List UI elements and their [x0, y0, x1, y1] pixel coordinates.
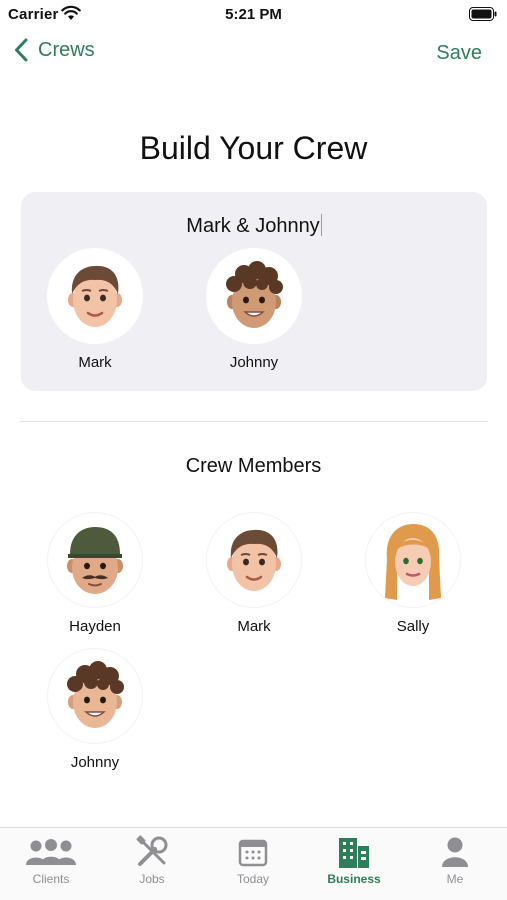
- selected-crew-member[interactable]: Johnny: [206, 248, 302, 371]
- crew-member-item[interactable]: Sally: [365, 512, 461, 635]
- tab-bar: Clients Jobs Today Business Me: [0, 827, 507, 900]
- selected-crew-member[interactable]: Mark: [47, 248, 143, 371]
- people-icon: [26, 839, 76, 865]
- member-name: Johnny: [229, 354, 279, 371]
- avatar: [47, 648, 143, 744]
- back-button[interactable]: Crews: [14, 38, 95, 62]
- avatar: [206, 248, 302, 344]
- building-icon: [339, 838, 369, 868]
- tab-label: Business: [327, 872, 381, 886]
- status-bar: Carrier 5:21 PM: [0, 0, 507, 30]
- tab-me[interactable]: Me: [415, 834, 495, 886]
- tab-label: Jobs: [139, 872, 165, 886]
- chevron-left-icon: [15, 38, 28, 62]
- person-icon: [442, 837, 468, 867]
- calendar-icon: [238, 839, 268, 867]
- section-divider: [20, 421, 488, 422]
- tab-jobs[interactable]: Jobs: [112, 834, 192, 886]
- tab-label: Today: [236, 872, 270, 886]
- navigation-bar: Crews Save: [0, 30, 507, 76]
- clock: 5:21 PM: [225, 6, 282, 23]
- back-button-label: Crews: [38, 38, 95, 61]
- avatar: [365, 512, 461, 608]
- crew-name-text: Mark & Johnny: [186, 215, 320, 237]
- memoji-avatar-sally: [385, 524, 441, 600]
- memoji-avatar-johnny: [67, 661, 124, 728]
- tools-icon: [136, 835, 168, 866]
- crew-member-item[interactable]: Hayden: [47, 512, 143, 635]
- avatar: [206, 512, 302, 608]
- member-name: Mark: [78, 354, 112, 371]
- tab-today[interactable]: Today: [213, 834, 293, 886]
- tab-business[interactable]: Business: [314, 834, 394, 886]
- tab-clients[interactable]: Clients: [11, 834, 91, 886]
- crew-name-field[interactable]: Mark & Johnny: [21, 214, 487, 238]
- memoji-avatar-johnny: [226, 261, 283, 328]
- battery-icon: [469, 7, 497, 21]
- section-title: Crew Members: [185, 455, 322, 477]
- crew-member-item[interactable]: Mark: [206, 512, 302, 635]
- member-name: Johnny: [70, 754, 120, 771]
- tab-label: Clients: [32, 872, 70, 886]
- page-title: Build Your Crew: [139, 130, 368, 166]
- memoji-avatar-mark: [68, 265, 122, 327]
- text-cursor: [320, 214, 322, 236]
- memoji-avatar-hayden: [67, 527, 123, 594]
- avatar: [47, 248, 143, 344]
- memoji-avatar-mark: [227, 529, 281, 591]
- member-name: Hayden: [69, 618, 121, 635]
- member-name: Sally: [396, 618, 430, 635]
- save-button[interactable]: Save: [436, 42, 482, 65]
- tab-label: Me: [446, 872, 464, 886]
- crew-card: Mark & Johnny Mark Johnny: [21, 192, 487, 391]
- avatar: [47, 512, 143, 608]
- crew-member-item[interactable]: Johnny: [47, 648, 143, 771]
- member-name: Mark: [237, 618, 271, 635]
